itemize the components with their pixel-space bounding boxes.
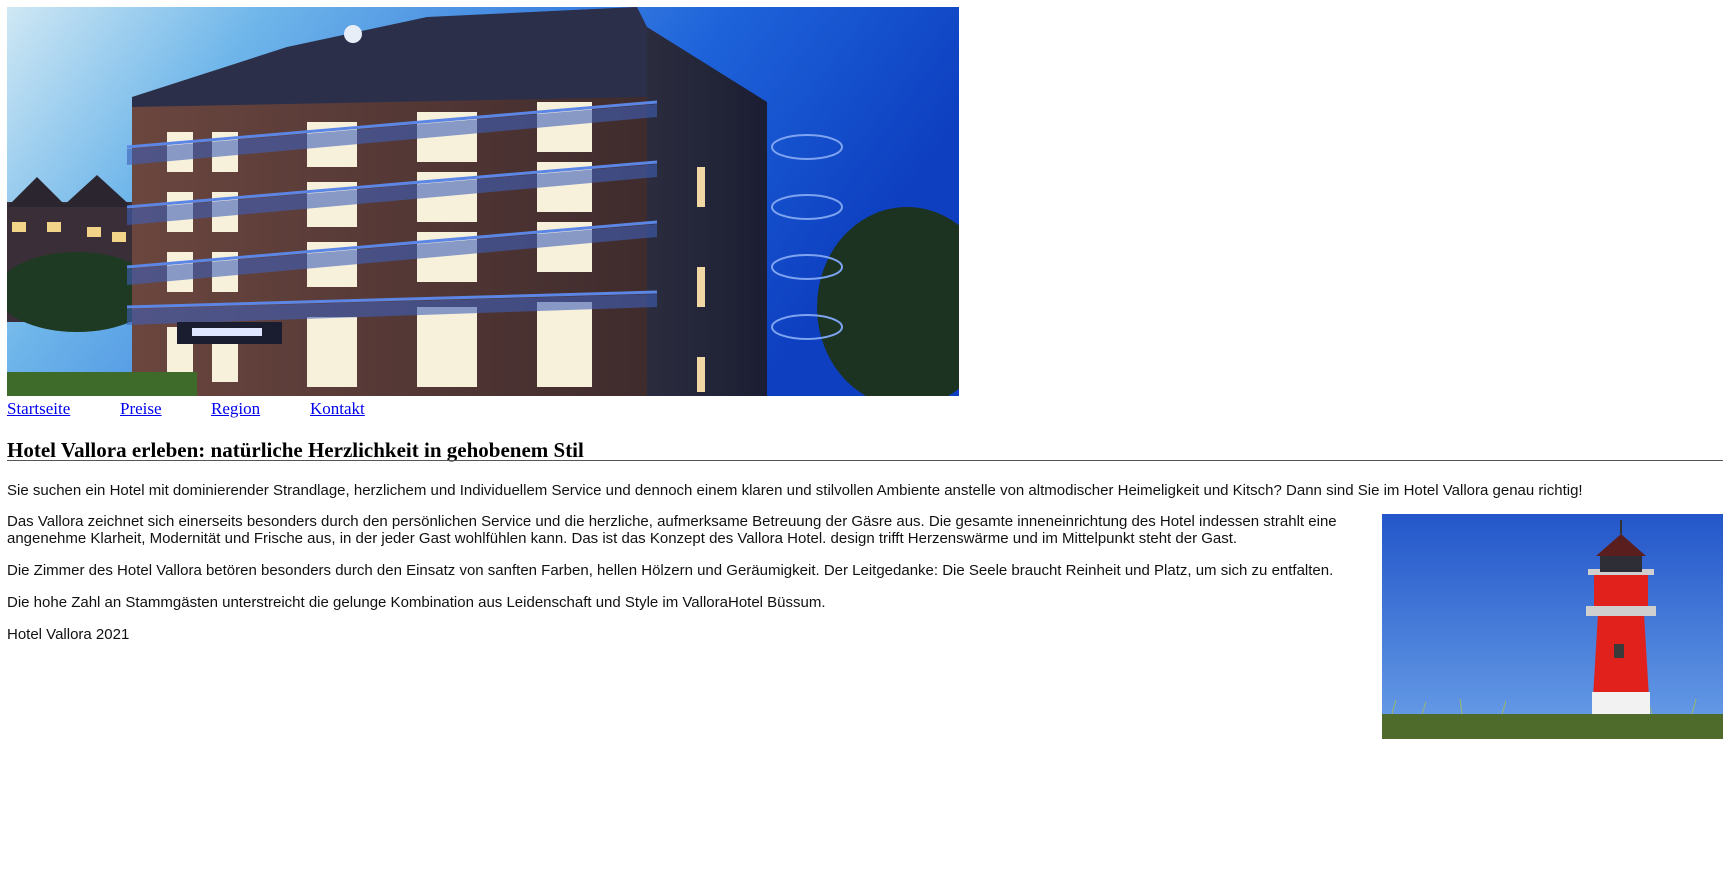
nav-link-preise[interactable]: Preise <box>120 399 162 419</box>
lighthouse-photo <box>1382 514 1723 739</box>
copyright-text: Hotel Vallora 2021 <box>7 626 130 643</box>
rooms-paragraph: Die Zimmer des Hotel Vallora betören bes… <box>7 562 1334 579</box>
heading-divider <box>7 460 1723 461</box>
hotel-building-photo <box>7 7 959 396</box>
intro-paragraph: Sie suchen ein Hotel mit dominierender S… <box>7 482 1583 499</box>
nav-link-startseite[interactable]: Startseite <box>7 399 70 419</box>
service-paragraph: Das Vallora zeichnet sich einerseits bes… <box>7 513 1337 547</box>
regulars-paragraph: Die hohe Zahl an Stammgästen unterstreic… <box>7 594 826 611</box>
nav-link-kontakt[interactable]: Kontakt <box>310 399 365 419</box>
nav-link-region[interactable]: Region <box>211 399 260 419</box>
